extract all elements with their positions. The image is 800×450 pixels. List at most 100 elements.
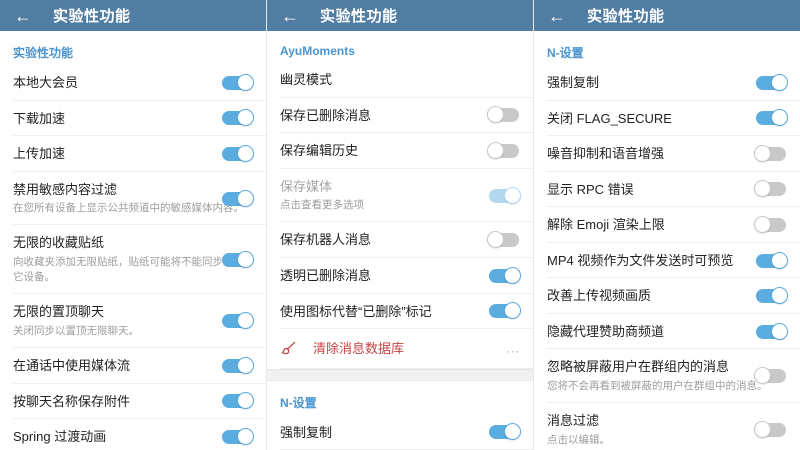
settings-row[interactable]: 按聊天名称保存附件 bbox=[0, 384, 266, 420]
settings-row[interactable]: 改善上传视频画质 bbox=[534, 278, 800, 314]
row-text: 按聊天名称保存附件 bbox=[13, 393, 253, 411]
toggle-off[interactable] bbox=[489, 144, 519, 158]
settings-screens: ← 实验性功能 实验性功能 本地大会员 下载加速 bbox=[0, 0, 800, 450]
settings-row[interactable]: 清除消息数据库 ... bbox=[267, 329, 533, 369]
settings-row[interactable]: 禁用敏感内容过滤 在您所有设备上显示公共频道中的敏感媒体内容。 bbox=[0, 172, 266, 226]
setting-subtitle: 点击查看更多选项 bbox=[280, 198, 520, 213]
settings-row[interactable]: 隐藏代理赞助商频道 bbox=[534, 314, 800, 350]
app-bar: ← 实验性功能 bbox=[534, 0, 800, 31]
toggle-on[interactable] bbox=[756, 289, 786, 303]
toggle-on[interactable] bbox=[489, 269, 519, 283]
setting-title: 噪音抑制和语音增强 bbox=[547, 145, 787, 163]
settings-row[interactable]: 保存已删除消息 bbox=[267, 98, 533, 134]
row-text: MP4 视频作为文件发送时可预览 bbox=[547, 252, 787, 270]
settings-panel: ← 实验性功能 实验性功能 本地大会员 下载加速 bbox=[0, 0, 266, 450]
toggle-on[interactable] bbox=[222, 430, 252, 444]
settings-row[interactable]: 强制复制 bbox=[534, 65, 800, 101]
settings-row[interactable]: 在通话中使用媒体流 bbox=[0, 348, 266, 384]
row-text: 隐藏代理赞助商频道 bbox=[547, 323, 787, 341]
toggle-on[interactable] bbox=[756, 111, 786, 125]
setting-title: 显示 RPC 错误 bbox=[547, 181, 787, 199]
toggle-off[interactable] bbox=[489, 108, 519, 122]
settings-list: N-设置 强制复制 关闭 FLAG_SECURE bbox=[534, 31, 800, 450]
toggle-off[interactable] bbox=[756, 182, 786, 196]
row-text: 保存已删除消息 bbox=[280, 107, 520, 125]
setting-title: 保存媒体 bbox=[280, 178, 520, 196]
toggle-on[interactable] bbox=[756, 254, 786, 268]
back-arrow-icon[interactable]: ← bbox=[548, 7, 566, 25]
settings-row[interactable]: 解除 Emoji 渲染上限 bbox=[534, 207, 800, 243]
setting-title: 强制复制 bbox=[280, 424, 520, 442]
toggle-off[interactable] bbox=[756, 369, 786, 383]
toggle-knob bbox=[237, 428, 254, 445]
settings-row[interactable]: 保存媒体 点击查看更多选项 bbox=[267, 169, 533, 223]
toggle-knob bbox=[504, 187, 521, 204]
settings-row[interactable]: 忽略被屏蔽用户在群组内的消息 您将不会再看到被屏蔽的用户在群组中的消息。 bbox=[534, 349, 800, 403]
overflow-ellipsis[interactable]: ... bbox=[506, 340, 520, 355]
toggle-on[interactable] bbox=[222, 314, 252, 328]
toggle-knob bbox=[237, 190, 254, 207]
settings-row[interactable]: 本地大会员 bbox=[0, 65, 266, 101]
setting-title: 保存编辑历史 bbox=[280, 142, 520, 160]
setting-title: 消息过滤 bbox=[547, 412, 787, 430]
toggle-on[interactable] bbox=[222, 76, 252, 90]
settings-panel: ← 实验性功能 AyuMoments 幽灵模式 保存已删除消息 bbox=[266, 0, 533, 450]
settings-row[interactable]: 无限的收藏贴纸 向收藏夹添加无限贴纸，贴纸可能将不能同步到其它设备。 bbox=[0, 225, 266, 294]
toggle-on[interactable] bbox=[489, 304, 519, 318]
toggle-off[interactable] bbox=[756, 147, 786, 161]
app-bar: ← 实验性功能 bbox=[0, 0, 266, 31]
row-text: 无限的置顶聊天 关闭同步以置顶无限聊天。 bbox=[13, 303, 253, 339]
settings-row[interactable]: 透明已删除消息 bbox=[267, 258, 533, 294]
toggle-on[interactable] bbox=[222, 111, 252, 125]
settings-row[interactable]: 保存机器人消息 bbox=[267, 222, 533, 258]
row-text: 本地大会员 bbox=[13, 74, 253, 92]
settings-row[interactable]: 幽灵模式 bbox=[267, 62, 533, 98]
broom-icon bbox=[280, 340, 297, 357]
toggle-knob bbox=[504, 302, 521, 319]
row-text: 无限的收藏贴纸 向收藏夹添加无限贴纸，贴纸可能将不能同步到其它设备。 bbox=[13, 234, 253, 285]
toggle-knob bbox=[237, 145, 254, 162]
toggle-on[interactable] bbox=[222, 359, 252, 373]
settings-row[interactable]: 上传加速 bbox=[0, 136, 266, 172]
toggle-off[interactable] bbox=[756, 218, 786, 232]
settings-row[interactable]: 下载加速 bbox=[0, 101, 266, 137]
setting-subtitle: 点击以编辑。 bbox=[547, 433, 787, 448]
toggle-on[interactable] bbox=[489, 189, 519, 203]
setting-title: 使用图标代替“已删除”标记 bbox=[280, 303, 520, 321]
toggle-knob bbox=[487, 231, 504, 248]
settings-row[interactable]: 无限的置顶聊天 关闭同步以置顶无限聊天。 bbox=[0, 294, 266, 348]
toggle-on[interactable] bbox=[489, 425, 519, 439]
back-arrow-icon[interactable]: ← bbox=[14, 7, 32, 25]
toggle-knob bbox=[237, 392, 254, 409]
toggle-on[interactable] bbox=[222, 147, 252, 161]
toggle-on[interactable] bbox=[222, 394, 252, 408]
back-arrow-icon[interactable]: ← bbox=[281, 7, 299, 25]
toggle-knob bbox=[754, 180, 771, 197]
row-text: 噪音抑制和语音增强 bbox=[547, 145, 787, 163]
row-text: 禁用敏感内容过滤 在您所有设备上显示公共频道中的敏感媒体内容。 bbox=[13, 181, 253, 217]
toggle-off[interactable] bbox=[489, 233, 519, 247]
toggle-on[interactable] bbox=[756, 325, 786, 339]
row-text: 关闭 FLAG_SECURE bbox=[547, 110, 787, 128]
setting-title: 无限的收藏贴纸 bbox=[13, 234, 253, 252]
setting-title: 清除消息数据库 bbox=[313, 340, 404, 358]
settings-row[interactable]: 保存编辑历史 bbox=[267, 133, 533, 169]
settings-row[interactable]: 消息过滤 点击以编辑。 bbox=[534, 403, 800, 450]
settings-row[interactable]: 显示 RPC 错误 bbox=[534, 172, 800, 208]
toggle-on[interactable] bbox=[222, 192, 252, 206]
setting-title: 强制复制 bbox=[547, 74, 787, 92]
toggle-on[interactable] bbox=[222, 253, 252, 267]
settings-row[interactable]: 使用图标代替“已删除”标记 bbox=[267, 294, 533, 330]
row-text: 强制复制 bbox=[547, 74, 787, 92]
page-title: 实验性功能 bbox=[53, 5, 131, 26]
settings-row[interactable]: MP4 视频作为文件发送时可预览 bbox=[534, 243, 800, 279]
setting-title: 上传加速 bbox=[13, 145, 253, 163]
toggle-on[interactable] bbox=[756, 76, 786, 90]
settings-row[interactable]: Spring 过渡动画 bbox=[0, 419, 266, 450]
settings-row[interactable]: 关闭 FLAG_SECURE bbox=[534, 101, 800, 137]
toggle-off[interactable] bbox=[756, 423, 786, 437]
settings-row[interactable]: 噪音抑制和语音增强 bbox=[534, 136, 800, 172]
toggle-knob bbox=[237, 74, 254, 91]
settings-row[interactable]: 强制复制 bbox=[267, 415, 533, 450]
toggle-knob bbox=[771, 323, 788, 340]
